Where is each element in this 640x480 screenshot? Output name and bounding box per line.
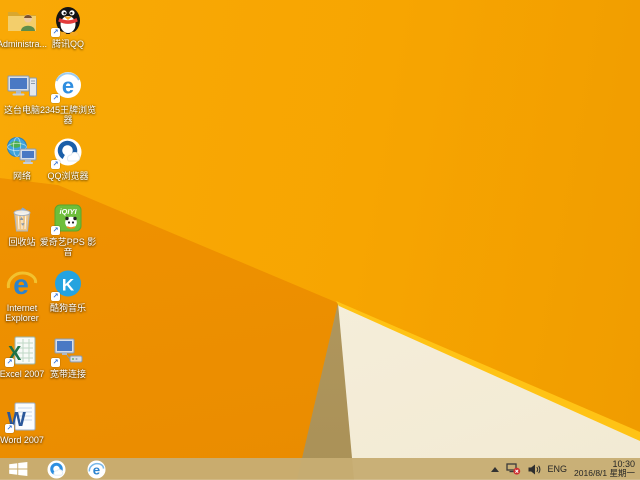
- shortcut-arrow-icon: ↗: [51, 292, 60, 301]
- desktop-icon-qq-browser[interactable]: ↗ QQ浏览器: [45, 135, 91, 181]
- clock-date: 2016/8/1 星期一: [574, 468, 635, 478]
- desktop-icon-internet-explorer[interactable]: e Internet Explorer: [0, 267, 45, 323]
- desktop-icon-2345-browser[interactable]: e ↗ 2345王牌浏览器: [40, 69, 96, 125]
- shortcut-arrow-icon: ↗: [51, 94, 60, 103]
- desktop-icon-label: 酷狗音乐: [49, 303, 86, 313]
- qq-browser-taskbar-icon: [46, 459, 66, 479]
- user-folder-icon: [8, 12, 36, 31]
- svg-text:K: K: [62, 276, 75, 295]
- desktop-icon-tencent-qq[interactable]: ↗ 腾讯QQ: [45, 3, 91, 49]
- network-disconnected-tray-icon[interactable]: [505, 463, 521, 475]
- taskbar-clock[interactable]: 10:30 2016/8/1 星期一: [574, 460, 635, 478]
- internet-explorer-icon: e: [6, 269, 38, 300]
- shortcut-arrow-icon: ↗: [51, 226, 60, 235]
- volume-tray-icon[interactable]: [528, 464, 541, 475]
- desktop-icon-broadband-connection[interactable]: ↗ 宽带连接: [45, 333, 91, 379]
- desktop-icon-label: QQ浏览器: [47, 171, 89, 181]
- network-icon: [7, 137, 37, 164]
- desktop-icon-word-2007[interactable]: W ↗ Word 2007: [0, 399, 45, 445]
- show-hidden-icons-button[interactable]: [490, 466, 499, 472]
- internet-explorer-taskbar-icon: e: [86, 459, 106, 479]
- shortcut-arrow-icon: ↗: [5, 424, 14, 433]
- this-pc-icon: [7, 75, 37, 97]
- desktop-icon-label: 2345王牌浏览器: [39, 105, 97, 125]
- windows-logo-icon: [8, 462, 27, 476]
- system-tray: ENG 10:30 2016/8/1 星期一: [490, 458, 640, 480]
- desktop-icon-kugou-music[interactable]: K ↗ 酷狗音乐: [45, 267, 91, 313]
- desktop-icon-label: 腾讯QQ: [51, 39, 84, 49]
- language-indicator[interactable]: ENG: [548, 464, 568, 474]
- start-button[interactable]: [0, 458, 36, 480]
- desktop-icon-label: 宽带连接: [49, 369, 86, 379]
- desktop-icon-label: 爱奇艺PPS 影音: [39, 237, 97, 257]
- taskbar-internet-explorer-button[interactable]: e: [76, 458, 116, 480]
- taskbar-qq-browser-button[interactable]: [36, 458, 76, 480]
- shortcut-arrow-icon: ↗: [51, 160, 60, 169]
- svg-text:iQIYI: iQIYI: [59, 207, 77, 216]
- shortcut-arrow-icon: ↗: [51, 28, 60, 37]
- desktop-icon-iqiyi-pps[interactable]: iQIYI ↗ 爱奇艺PPS 影音: [40, 201, 96, 257]
- shortcut-arrow-icon: ↗: [51, 358, 60, 367]
- shortcut-arrow-icon: ↗: [5, 358, 14, 367]
- taskbar: e ENG 10:30 2016/8/1 星期一: [0, 458, 640, 480]
- desktop: Administra... 这台电脑 网络 回收站 e Internet Exp…: [0, 0, 640, 480]
- svg-text:e: e: [62, 74, 74, 99]
- recycle-bin-icon: [13, 207, 31, 232]
- desktop-icon-label: Word 2007: [0, 435, 44, 445]
